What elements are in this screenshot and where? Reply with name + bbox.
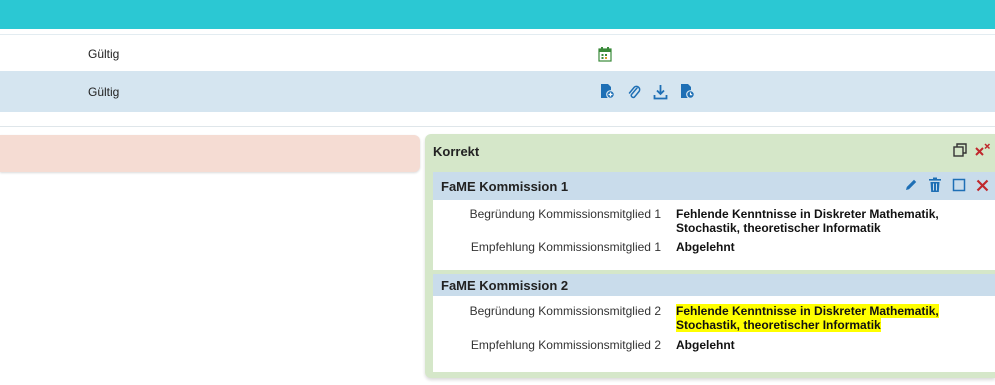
- top-header-bar: [0, 0, 995, 29]
- download-icon[interactable]: [653, 84, 668, 100]
- field-label: Empfehlung Kommissionsmitglied 2: [470, 338, 661, 352]
- section-separator: [0, 112, 995, 127]
- status-cell: Gültig: [88, 84, 120, 99]
- document-add-icon[interactable]: [600, 83, 615, 100]
- paperclip-icon[interactable]: [627, 84, 641, 100]
- card-header: FaME Kommission 1: [433, 172, 995, 200]
- review-panel: Korrekt FaME Kommission 1 Begründung Kom…: [425, 134, 995, 378]
- edit-icon[interactable]: [904, 178, 918, 195]
- card-header: FaME Kommission 2: [433, 274, 995, 296]
- card-title: FaME Kommission 1: [441, 178, 569, 194]
- restore-window-icon[interactable]: [953, 143, 967, 160]
- trash-icon[interactable]: [928, 177, 942, 196]
- field-value-highlighted: Fehlende Kenntnisse in Diskreter Mathema…: [676, 304, 976, 332]
- field-value: Abgelehnt: [676, 240, 735, 254]
- field-value: Fehlende Kenntnisse in Diskreter Mathema…: [676, 207, 939, 235]
- maximize-icon[interactable]: [952, 178, 966, 195]
- close-all-icon[interactable]: [975, 143, 991, 160]
- panel-title: Korrekt: [433, 144, 480, 159]
- warning-bar: [0, 135, 420, 172]
- close-icon[interactable]: [976, 179, 989, 195]
- highlighted-text: Fehlende Kenntnisse in Diskreter Mathema…: [676, 304, 939, 318]
- commission-card-2: FaME Kommission 2 Begründung Kommissions…: [433, 274, 995, 372]
- calendar-icon[interactable]: [598, 46, 612, 62]
- table-row[interactable]: Gültig: [0, 34, 995, 72]
- field-value: Abgelehnt: [676, 338, 735, 352]
- commission-card-1: FaME Kommission 1 Begründung Kommissions…: [433, 172, 995, 270]
- field-label: Begründung Kommissionsmitglied 1: [469, 207, 661, 221]
- document-clock-icon[interactable]: [680, 83, 695, 100]
- card-title: FaME Kommission 2: [441, 277, 569, 293]
- field-label: Begründung Kommissionsmitglied 2: [469, 304, 661, 318]
- highlighted-text: Stochastik, theoretischer Informatik: [676, 318, 881, 332]
- table-row-selected[interactable]: Gültig: [0, 71, 995, 112]
- field-label: Empfehlung Kommissionsmitglied 1: [470, 240, 661, 254]
- status-cell: Gültig: [88, 46, 120, 61]
